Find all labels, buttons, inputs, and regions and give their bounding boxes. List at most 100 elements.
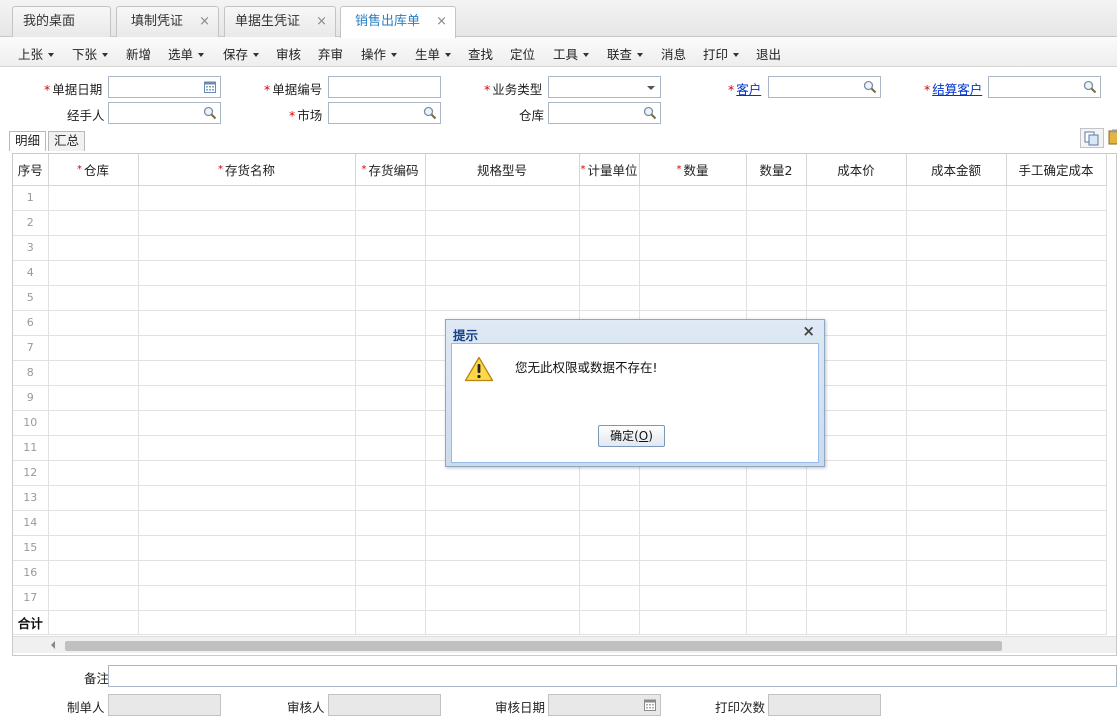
grid-cell[interactable] [1006, 260, 1107, 286]
grid-cell[interactable] [746, 285, 807, 311]
grid-cell[interactable] [1006, 185, 1107, 211]
col-header-item-name[interactable]: * 存货名称 [138, 154, 356, 186]
grid-cell[interactable] [806, 185, 907, 211]
grid-cell[interactable] [425, 260, 580, 286]
grid-cell[interactable] [1006, 485, 1107, 511]
col-header-cost-amount[interactable]: 成本金额 [906, 154, 1007, 186]
grid-cell[interactable] [1006, 410, 1107, 436]
grid-cell[interactable] [355, 535, 426, 561]
grid-cell[interactable] [355, 210, 426, 236]
grid-cell[interactable] [579, 485, 640, 511]
grid-cell[interactable] [906, 435, 1007, 461]
grid-cell[interactable] [806, 585, 907, 611]
grid-cell[interactable] [48, 310, 139, 336]
grid-cell[interactable] [48, 235, 139, 261]
grid-cell[interactable] [1006, 385, 1107, 411]
grid-cell[interactable] [746, 260, 807, 286]
search-icon[interactable] [203, 106, 217, 120]
grid-cell[interactable] [1006, 560, 1107, 586]
bill-no-field[interactable] [328, 76, 441, 98]
grid-cell[interactable] [425, 235, 580, 261]
grid-cell[interactable] [746, 535, 807, 561]
grid-cell[interactable] [906, 535, 1007, 561]
tab-bill-to-voucher[interactable]: 单据生凭证 × [224, 6, 336, 37]
tab-voucher-entry[interactable]: 填制凭证 × [116, 6, 219, 37]
grid-cell[interactable] [425, 185, 580, 211]
grid-cell[interactable] [138, 485, 356, 511]
warehouse-field[interactable] [548, 102, 661, 124]
grid-cell[interactable] [579, 185, 640, 211]
grid-cell[interactable] [138, 235, 356, 261]
grid-cell[interactable] [355, 310, 426, 336]
grid-cell[interactable] [579, 585, 640, 611]
grid-cell[interactable] [138, 560, 356, 586]
grid-cell[interactable] [906, 410, 1007, 436]
subtab-summary[interactable]: 汇总 [48, 131, 86, 151]
grid-cell[interactable] [1006, 360, 1107, 386]
grid-cell[interactable] [579, 560, 640, 586]
toolbar-select-bill-button[interactable]: 选单 [168, 44, 205, 63]
grid-cell[interactable] [48, 435, 139, 461]
close-icon[interactable]: × [802, 322, 815, 340]
col-header-item-code[interactable]: * 存货编码 [355, 154, 426, 186]
search-icon[interactable] [863, 80, 877, 94]
paste-row-button[interactable] [1106, 128, 1117, 148]
grid-cell[interactable] [355, 235, 426, 261]
grid-cell[interactable] [639, 285, 747, 311]
grid-cell[interactable] [639, 510, 747, 536]
toolbar-unaudit-button[interactable]: 弃审 [318, 44, 343, 63]
scroll-left-icon[interactable] [51, 641, 55, 649]
grid-cell[interactable] [138, 310, 356, 336]
ok-button[interactable]: 确定(O) [598, 425, 665, 447]
toolbar-prev-button[interactable]: 上张 [18, 44, 55, 63]
grid-cell[interactable] [806, 235, 907, 261]
grid-cell[interactable] [639, 535, 747, 561]
grid-cell[interactable] [906, 285, 1007, 311]
toolbar-next-button[interactable]: 下张 [72, 44, 109, 63]
copy-row-button[interactable] [1080, 128, 1104, 148]
grid-cell[interactable] [425, 585, 580, 611]
grid-cell[interactable] [906, 210, 1007, 236]
settle-customer-label[interactable]: * 结算客户 [924, 79, 982, 98]
grid-cell[interactable] [579, 260, 640, 286]
grid-cell[interactable] [138, 360, 356, 386]
customer-field[interactable] [768, 76, 881, 98]
settle-customer-field[interactable] [988, 76, 1101, 98]
grid-cell[interactable] [355, 360, 426, 386]
grid-cell[interactable] [355, 335, 426, 361]
grid-cell[interactable] [746, 235, 807, 261]
toolbar-new-button[interactable]: 新增 [126, 44, 151, 63]
search-icon[interactable] [423, 106, 437, 120]
col-header-cost-price[interactable]: 成本价 [806, 154, 907, 186]
col-header-qty[interactable]: * 数量 [639, 154, 747, 186]
col-header-warehouse[interactable]: * 仓库 [48, 154, 139, 186]
grid-cell[interactable] [48, 285, 139, 311]
close-icon[interactable]: × [199, 7, 210, 37]
grid-cell[interactable] [906, 560, 1007, 586]
grid-cell[interactable] [746, 185, 807, 211]
table-row[interactable]: 13 [13, 485, 1107, 511]
bill-date-field[interactable] [108, 76, 221, 98]
grid-cell[interactable] [906, 510, 1007, 536]
grid-cell[interactable] [355, 460, 426, 486]
grid-cell[interactable] [48, 560, 139, 586]
col-header-unit[interactable]: * 计量单位 [579, 154, 640, 186]
grid-cell[interactable] [425, 560, 580, 586]
grid-cell[interactable] [355, 410, 426, 436]
grid-cell[interactable] [639, 235, 747, 261]
search-icon[interactable] [643, 106, 657, 120]
grid-cell[interactable] [48, 485, 139, 511]
handler-field[interactable] [108, 102, 221, 124]
grid-cell[interactable] [806, 285, 907, 311]
grid-cell[interactable] [579, 235, 640, 261]
table-row[interactable]: 1 [13, 185, 1107, 211]
grid-cell[interactable] [806, 210, 907, 236]
tab-my-desktop[interactable]: 我的桌面 [12, 6, 111, 37]
col-header-qty2[interactable]: 数量2 [746, 154, 807, 186]
table-row[interactable]: 17 [13, 585, 1107, 611]
grid-cell[interactable] [425, 485, 580, 511]
scrollbar-thumb[interactable] [65, 641, 1002, 651]
grid-cell[interactable] [1006, 585, 1107, 611]
grid-cell[interactable] [425, 510, 580, 536]
grid-cell[interactable] [48, 185, 139, 211]
